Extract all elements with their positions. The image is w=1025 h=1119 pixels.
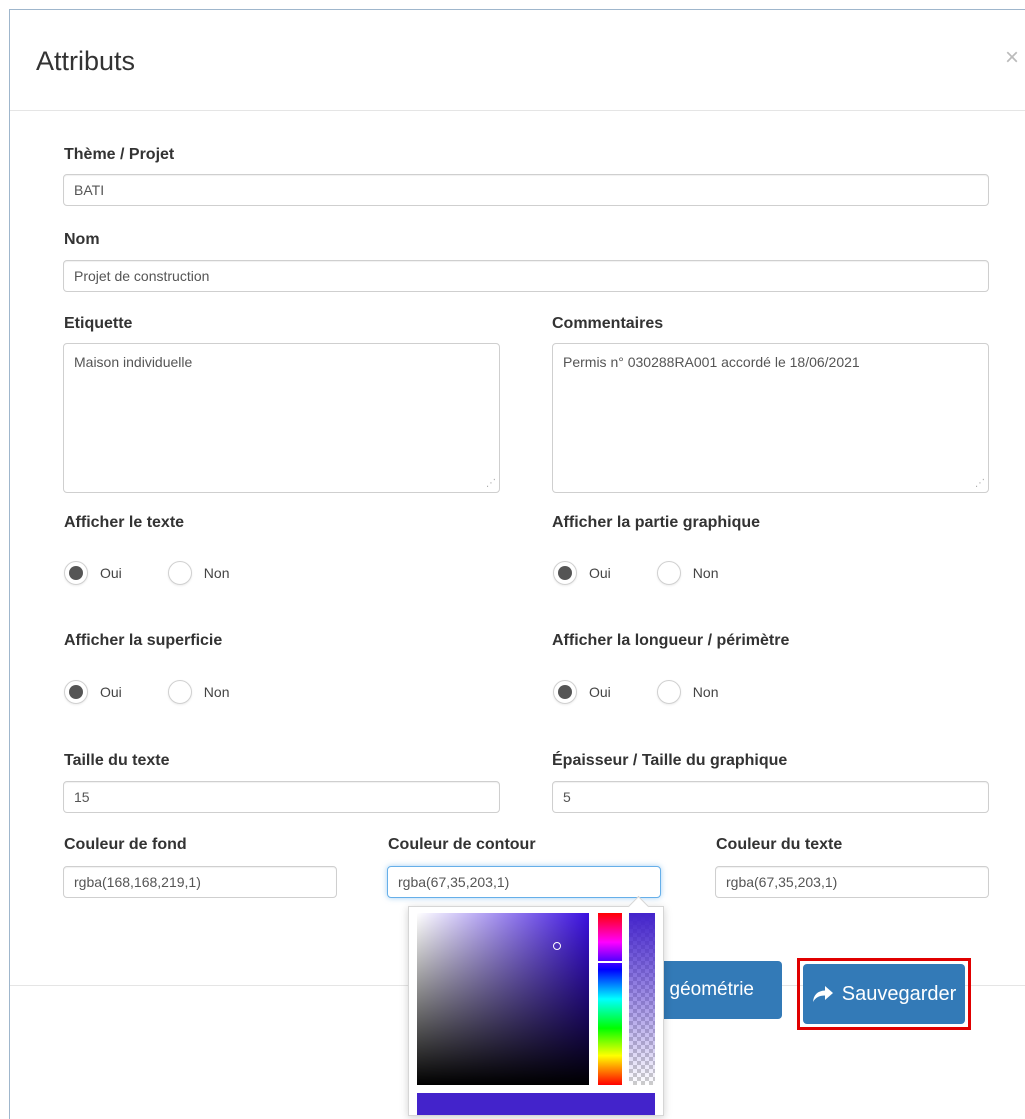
radio-label: Oui (100, 684, 122, 700)
radio-unchecked-icon[interactable] (167, 561, 192, 585)
afficher-graphique-label: Afficher la partie graphique (552, 514, 761, 531)
attributes-modal: Attributs × Thème / Projet BATI Nom Proj… (9, 9, 1025, 1119)
save-button[interactable]: Sauvegarder (803, 964, 965, 1024)
radio-label: Oui (589, 565, 611, 581)
afficher-texte-radio-group: Oui Non (64, 561, 275, 585)
afficher-texte-label: Afficher le texte (64, 514, 185, 531)
afficher-texte-non-radio[interactable]: Non (167, 561, 230, 585)
modal-title: Attributs (36, 46, 136, 76)
epaisseur-label: Épaisseur / Taille du graphique (552, 752, 788, 769)
couleur-fond-input[interactable]: rgba(168,168,219,1) (63, 866, 337, 898)
afficher-graphique-radio-group: Oui Non (553, 561, 764, 585)
afficher-superficie-oui-radio[interactable]: Oui (64, 680, 122, 704)
nom-label: Nom (64, 231, 100, 248)
radio-label: Oui (100, 565, 122, 581)
color-preview-swatch (417, 1093, 655, 1115)
afficher-superficie-label: Afficher la superficie (64, 632, 223, 649)
commentaires-label: Commentaires (552, 315, 664, 332)
radio-checked-icon[interactable] (553, 680, 577, 704)
couleur-texte-input[interactable]: rgba(67,35,203,1) (715, 866, 989, 898)
resize-grip-icon[interactable]: ⋰ (975, 478, 985, 489)
afficher-longueur-non-radio[interactable]: Non (656, 680, 719, 704)
afficher-superficie-non-radio[interactable]: Non (167, 680, 230, 704)
afficher-longueur-label: Afficher la longueur / périmètre (552, 632, 790, 649)
theme-label: Thème / Projet (64, 146, 175, 163)
radio-checked-icon[interactable] (64, 561, 88, 585)
radio-label: Non (203, 684, 230, 700)
radio-unchecked-icon[interactable] (656, 561, 681, 585)
afficher-longueur-radio-group: Oui Non (553, 680, 764, 704)
save-button-label: Sauvegarder (841, 982, 957, 1005)
couleur-contour-input[interactable]: rgba(67,35,203,1) (387, 866, 661, 898)
taille-texte-input[interactable]: 15 (63, 781, 500, 813)
etiquette-textarea[interactable]: Maison individuelle ⋰ (63, 343, 500, 493)
radio-unchecked-icon[interactable] (167, 680, 192, 704)
couleur-contour-label: Couleur de contour (388, 836, 536, 853)
radio-label: Non (203, 565, 230, 581)
afficher-graphique-oui-radio[interactable]: Oui (553, 561, 611, 585)
color-hue-slider[interactable] (598, 913, 622, 1085)
color-saturation-cursor[interactable] (553, 942, 561, 950)
radio-unchecked-icon[interactable] (656, 680, 681, 704)
etiquette-label: Etiquette (64, 315, 133, 332)
nom-input[interactable]: Projet de construction (63, 260, 989, 292)
commentaires-textarea[interactable]: Permis n° 030288RA001 accordé le 18/06/2… (552, 343, 989, 493)
epaisseur-input[interactable]: 5 (552, 781, 989, 813)
modal-header: Attributs × (10, 10, 1025, 111)
color-saturation-area[interactable] (417, 913, 589, 1085)
couleur-fond-label: Couleur de fond (64, 836, 187, 853)
afficher-texte-oui-radio[interactable]: Oui (64, 561, 122, 585)
resize-grip-icon[interactable]: ⋰ (486, 478, 496, 489)
radio-label: Non (692, 684, 719, 700)
couleur-texte-label: Couleur du texte (716, 836, 843, 853)
color-picker-popover (408, 906, 664, 1116)
geometrie-button-label: géométrie (669, 979, 755, 1000)
radio-label: Oui (589, 684, 611, 700)
theme-input[interactable]: BATI (63, 174, 989, 206)
color-hue-marker[interactable] (598, 961, 622, 963)
commentaires-text: Permis n° 030288RA001 accordé le 18/06/2… (563, 354, 860, 370)
radio-label: Non (692, 565, 719, 581)
color-alpha-slider[interactable] (629, 913, 655, 1085)
afficher-graphique-non-radio[interactable]: Non (656, 561, 719, 585)
etiquette-text: Maison individuelle (74, 354, 193, 370)
afficher-longueur-oui-radio[interactable]: Oui (553, 680, 611, 704)
radio-checked-icon[interactable] (64, 680, 88, 704)
close-icon[interactable]: × (1005, 44, 1019, 72)
share-arrow-icon (812, 986, 833, 1002)
afficher-superficie-radio-group: Oui Non (64, 680, 275, 704)
taille-texte-label: Taille du texte (64, 752, 170, 769)
radio-checked-icon[interactable] (553, 561, 577, 585)
